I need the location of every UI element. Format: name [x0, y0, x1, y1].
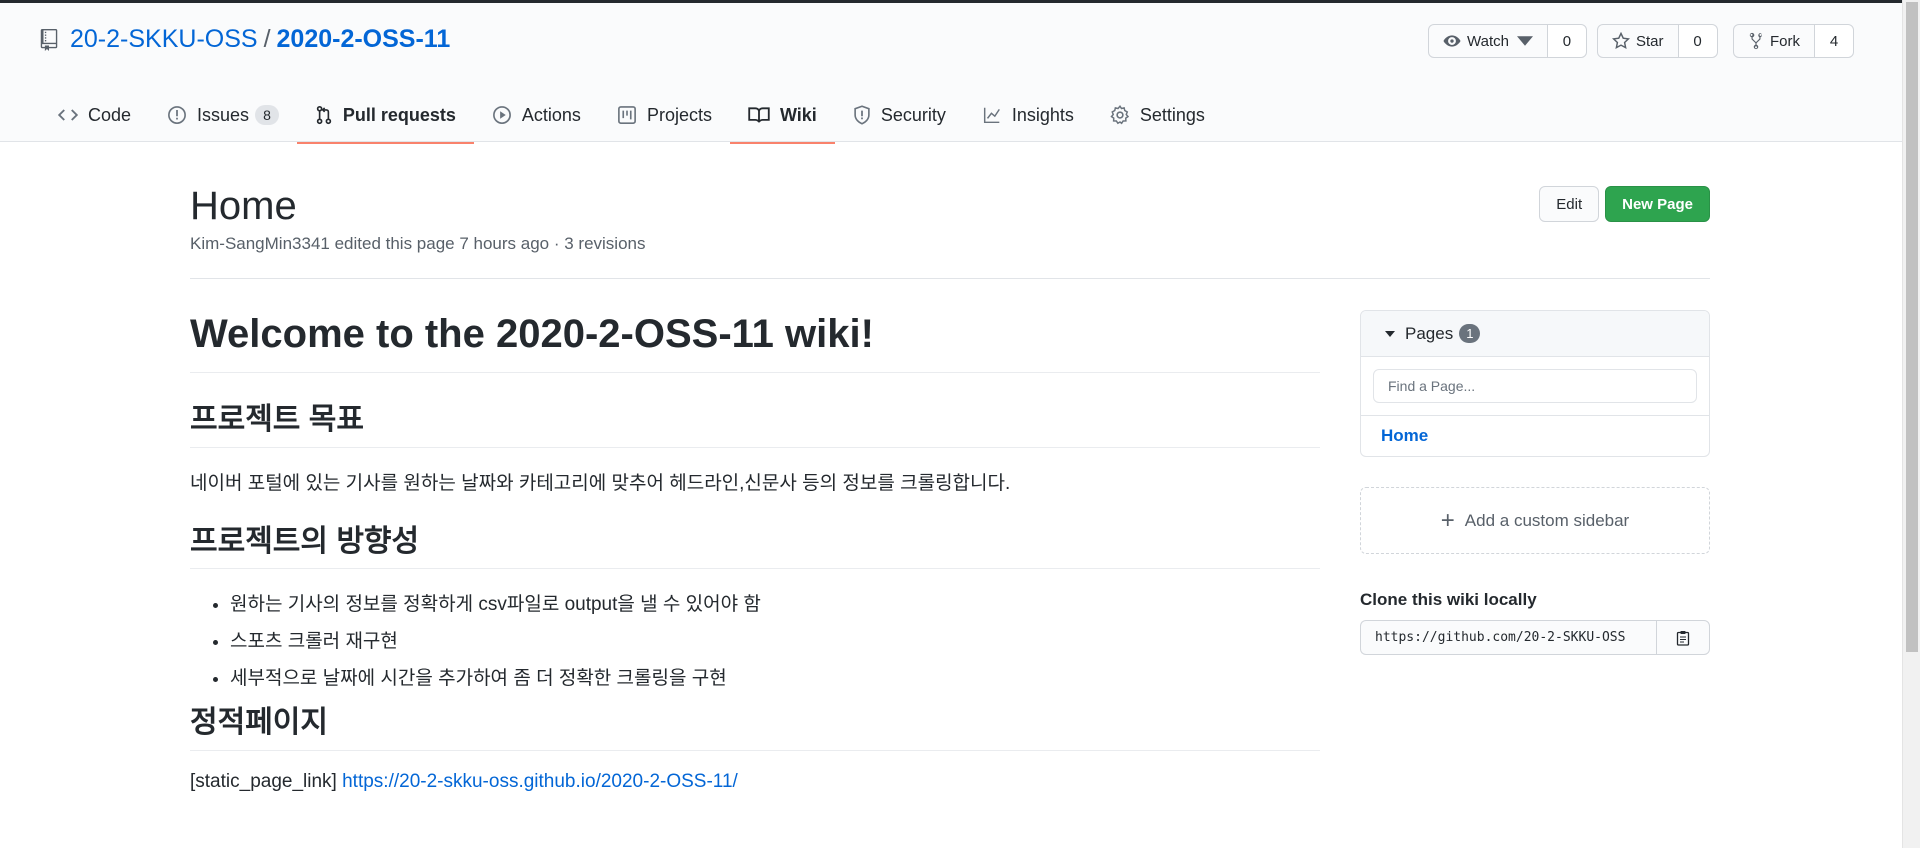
copy-button[interactable]	[1656, 620, 1710, 655]
pages-filter	[1361, 357, 1709, 416]
repo-name-link[interactable]: 2020-2-OSS-11	[277, 25, 451, 54]
tab-issues[interactable]: Issues 8	[149, 87, 297, 143]
tab-settings[interactable]: Settings	[1092, 87, 1223, 143]
tab-projects-label: Projects	[646, 104, 712, 125]
star-icon	[1612, 32, 1630, 50]
repo-title: 20-2-SKKU-OSS / 2020-2-OSS-11	[40, 25, 450, 54]
add-sidebar-label: Add a custom sidebar	[1464, 510, 1630, 530]
tab-wiki-label: Wiki	[779, 104, 817, 125]
add-custom-sidebar-button[interactable]: + Add a custom sidebar	[1360, 487, 1710, 554]
list-item: 스포츠 크롤러 재구현	[230, 626, 1320, 653]
new-page-button[interactable]: New Page	[1605, 186, 1710, 222]
wiki-header: Home Kim-SangMin3341 edited this page 7 …	[190, 142, 1710, 279]
tab-issues-label: Issues	[197, 104, 250, 125]
fork-label: Fork	[1770, 32, 1800, 50]
gear-icon	[1110, 105, 1129, 125]
repo-header: 20-2-SKKU-OSS / 2020-2-OSS-11 Watch 0 St…	[0, 3, 1902, 144]
tab-insights[interactable]: Insights	[964, 87, 1092, 143]
watch-count[interactable]: 0	[1547, 25, 1586, 57]
tab-actions[interactable]: Actions	[474, 87, 599, 143]
wiki-actions: Edit New Page	[1539, 186, 1710, 222]
repo-nav: Code Issues 8 Pull requests Actions Proj…	[40, 87, 1223, 144]
book-icon	[748, 107, 770, 123]
fork-count[interactable]: 4	[1815, 25, 1853, 57]
static-page-heading: 정적페이지	[190, 704, 1320, 751]
list-item: 원하는 기사의 정보를 정확하게 csv파일로 output을 낼 수 있어야 …	[230, 589, 1320, 616]
goal-text: 네이버 포털에 있는 기사를 원하는 날짜와 카테고리에 맞추어 헤드라인,신문…	[190, 472, 1011, 494]
pull-request-icon	[316, 105, 332, 125]
tab-pull-requests-label: Pull requests	[342, 104, 456, 125]
tab-settings-label: Settings	[1139, 104, 1205, 125]
pages-toggle[interactable]: Pages 1	[1361, 311, 1709, 357]
page-link-home[interactable]: Home	[1361, 416, 1709, 456]
code-icon	[58, 109, 78, 121]
star-label: Star	[1636, 32, 1664, 50]
clone-box	[1360, 620, 1710, 655]
goal-heading: 프로젝트 목표	[190, 401, 1320, 448]
star-group: Star 0	[1597, 24, 1718, 58]
static-page-paragraph: [static_page_link] https://20-2-skku-oss…	[190, 771, 1320, 793]
list-item: 세부적으로 날짜에 시간을 추가하여 좀 더 정확한 크롤링을 구현	[230, 663, 1320, 690]
pages-label: Pages	[1405, 323, 1454, 343]
watch-label: Watch	[1467, 32, 1509, 50]
tab-actions-label: Actions	[521, 104, 581, 125]
tab-code-label: Code	[88, 104, 132, 125]
clone-url-input[interactable]	[1360, 620, 1656, 655]
eye-icon	[1443, 35, 1461, 47]
shield-icon	[854, 105, 870, 125]
fork-button[interactable]: Fork	[1734, 25, 1815, 57]
tab-wiki[interactable]: Wiki	[729, 87, 835, 144]
caret-down-icon	[1385, 330, 1395, 337]
tab-security[interactable]: Security	[835, 87, 964, 143]
play-icon	[492, 106, 511, 124]
clone-title: Clone this wiki locally	[1360, 590, 1537, 609]
issues-counter: 8	[255, 105, 279, 125]
markdown-body: Welcome to the 2020-2-OSS-11 wiki! 프로젝트 …	[190, 310, 1320, 793]
caret-down-icon	[1516, 36, 1533, 46]
issue-icon	[168, 106, 186, 124]
scrollbar-thumb[interactable]	[1906, 2, 1918, 652]
fork-icon	[1749, 32, 1762, 50]
pages-box: Pages 1 Home	[1360, 310, 1710, 457]
tab-code[interactable]: Code	[40, 87, 149, 143]
page-meta: Kim-SangMin3341 edited this page 7 hours…	[190, 234, 646, 253]
tab-insights-label: Insights	[1011, 104, 1074, 125]
pages-counter: 1	[1459, 324, 1481, 343]
wiki-sidebar: Pages 1 Home + Add a custom sidebar Clon…	[1360, 310, 1710, 655]
plus-icon: +	[1440, 506, 1455, 534]
wiki-content: Home Kim-SangMin3341 edited this page 7 …	[190, 142, 1710, 792]
watch-button[interactable]: Watch	[1429, 25, 1548, 57]
direction-list: 원하는 기사의 정보를 정확하게 csv파일로 output을 낼 수 있어야 …	[190, 589, 1320, 690]
page-scrollbar[interactable]	[1902, 0, 1920, 848]
clipboard-icon	[1676, 630, 1690, 646]
repo-owner-link[interactable]: 20-2-SKKU-OSS	[70, 25, 258, 54]
graph-icon	[983, 107, 1000, 124]
page-title: Home	[190, 184, 297, 228]
watch-group: Watch 0	[1428, 24, 1587, 58]
tab-projects[interactable]: Projects	[599, 87, 730, 143]
static-page-prefix: [static_page_link]	[190, 770, 337, 792]
direction-heading: 프로젝트의 방향성	[190, 523, 1320, 569]
edit-button[interactable]: Edit	[1539, 186, 1600, 222]
static-page-link[interactable]: https://20-2-skku-oss.github.io/2020-2-O…	[342, 771, 738, 792]
welcome-heading: Welcome to the 2020-2-OSS-11 wiki!	[190, 310, 1320, 373]
project-icon	[618, 106, 636, 124]
find-page-input[interactable]	[1373, 369, 1697, 403]
repo-icon	[40, 28, 58, 51]
repo-separator: /	[263, 25, 271, 53]
fork-group: Fork 4	[1733, 24, 1854, 58]
star-button[interactable]: Star	[1598, 25, 1679, 57]
tab-security-label: Security	[880, 104, 946, 125]
star-count[interactable]: 0	[1678, 25, 1717, 57]
tab-pull-requests[interactable]: Pull requests	[296, 87, 474, 144]
